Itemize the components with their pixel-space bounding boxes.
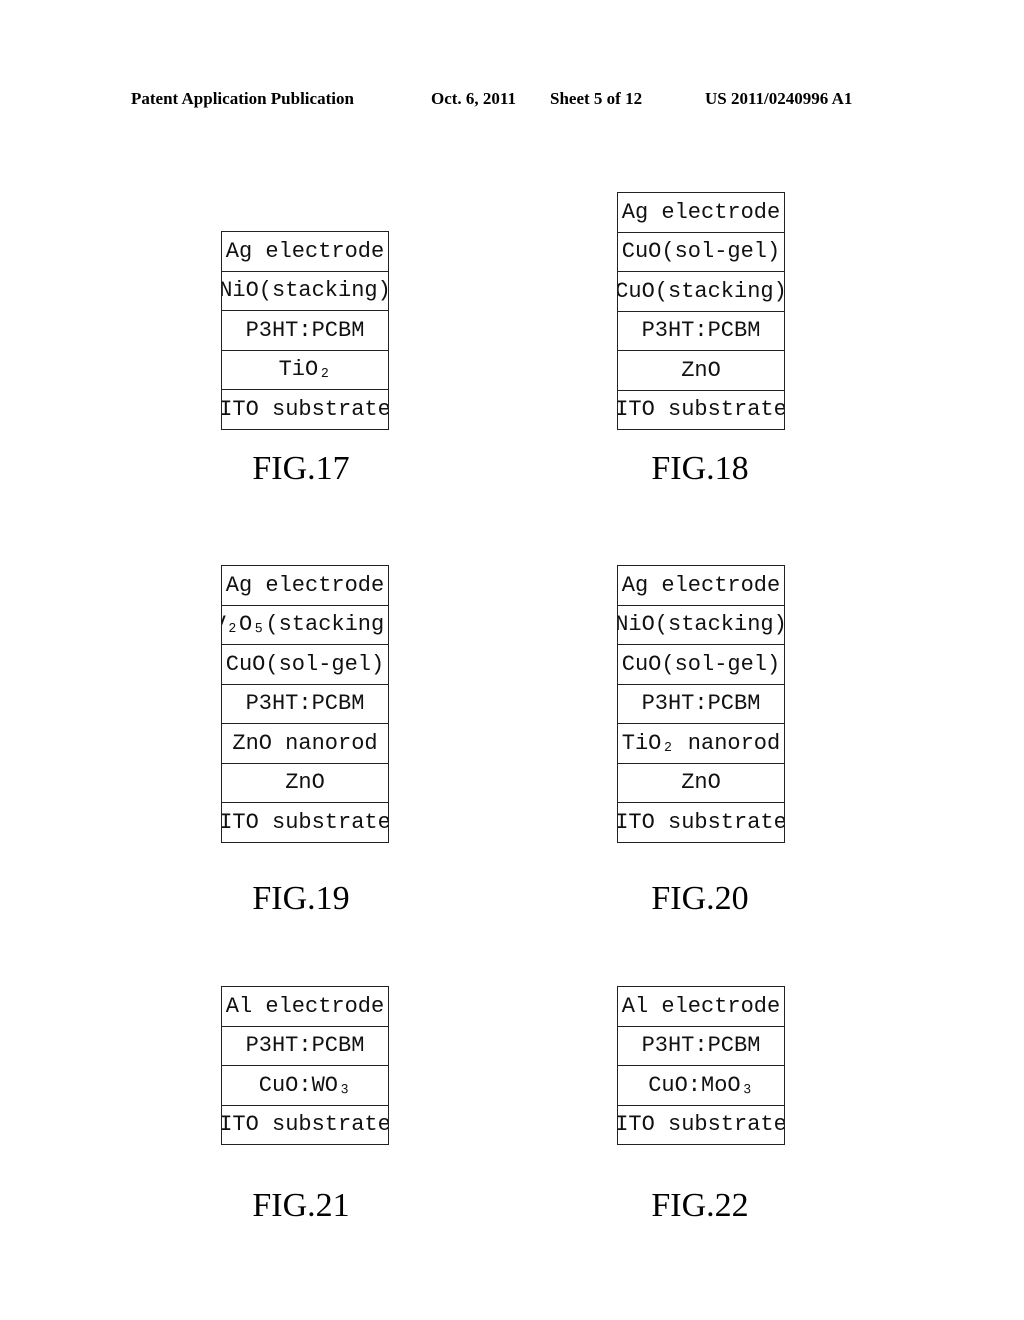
- layer: P3HT:PCBM: [618, 685, 784, 724]
- layer: Ag electrode: [222, 566, 388, 606]
- patent-number: US 2011/0240996 A1: [705, 89, 853, 108]
- layer-stack-fig22: Al electrode P3HT:PCBM CuO:MoO₃ ITO substra…: [617, 986, 785, 1145]
- layer: CuO:WO₃: [222, 1066, 388, 1106]
- layer: TiO₂ nanorod: [618, 724, 784, 764]
- layer: Al electrode: [618, 987, 784, 1027]
- figure-label-fig17: FIG.17: [252, 450, 350, 487]
- layer: ZnO: [618, 351, 784, 391]
- layer: Ag electrode: [222, 232, 388, 272]
- figure-label-fig22: FIG.22: [651, 1187, 749, 1224]
- layer: ZnO nanorod: [222, 724, 388, 764]
- figure-label-fig21: FIG.21: [252, 1187, 350, 1224]
- layer-stack-fig18: Ag electrode CuO(sol-gel) CuO(stacking) P3H…: [617, 192, 785, 430]
- layer: CuO(sol-gel): [222, 645, 388, 685]
- layer: NiO(stacking): [222, 272, 388, 311]
- layer: ITO substrate: [222, 396, 388, 422]
- layer: Ag electrode: [618, 193, 784, 233]
- layer: V₂O₅(stacking): [222, 606, 388, 645]
- layer: Al electrode: [222, 987, 388, 1027]
- layer: P3HT:PCBM: [618, 1027, 784, 1066]
- layer: P3HT:PCBM: [222, 311, 388, 351]
- layer: CuO(sol-gel): [618, 233, 784, 272]
- layer-stack-fig17: Ag electrode NiO(stacking) P3HT:PCBM TiO₂ IT…: [221, 231, 389, 430]
- layer: CuO:MoO₃: [618, 1066, 784, 1106]
- figure-label-fig20: FIG.20: [651, 880, 749, 917]
- layer: P3HT:PCBM: [618, 312, 784, 351]
- layer: TiO₂: [222, 351, 388, 390]
- layer: ITO substrate: [618, 397, 784, 423]
- page-header: Patent Application Publication Oct. 6, 2…: [0, 89, 1024, 113]
- layer: CuO(stacking): [618, 272, 784, 312]
- figure-label-fig19: FIG.19: [252, 880, 350, 917]
- layer: ITO substrate: [222, 1112, 388, 1138]
- layer-stack-fig19: Ag electrodeV₂O₅(stacking)CuO(sol-gel)P3…: [221, 565, 389, 843]
- publication-date: Oct. 6, 2011: [431, 89, 516, 108]
- figure-label-fig18: FIG.18: [651, 450, 749, 487]
- sheet-number: Sheet 5 of 12: [550, 89, 643, 108]
- layer-stack-fig21: Al electrode P3HT:PCBM CuO:WO₃ ITO substrat…: [221, 986, 389, 1145]
- layer: P3HT:PCBM: [222, 685, 388, 724]
- layer: Ag electrode: [618, 566, 784, 606]
- layer: CuO(sol-gel): [618, 645, 784, 685]
- layer: ITO substrate: [618, 809, 784, 835]
- layer: ITO substrate: [618, 1112, 784, 1138]
- publication-title: Patent Application Publication: [131, 89, 354, 108]
- layer: ITO substrate: [222, 809, 388, 835]
- layer: NiO(stacking): [618, 606, 784, 645]
- layer: P3HT:PCBM: [222, 1027, 388, 1066]
- layer: ZnO: [222, 764, 388, 803]
- layer: ZnO: [618, 764, 784, 803]
- layer-stack-fig20: Ag electrode NiO(stacking) CuO(sol-gel) P3H…: [617, 565, 785, 843]
